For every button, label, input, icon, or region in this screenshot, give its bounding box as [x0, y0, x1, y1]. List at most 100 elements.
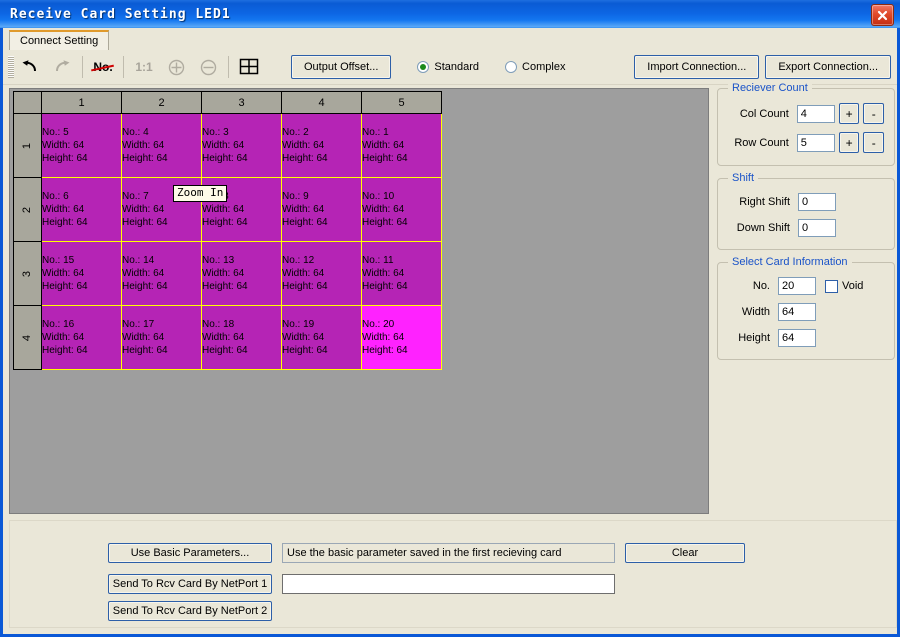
undo-icon[interactable]	[15, 54, 45, 80]
card-no-value: 14	[143, 255, 155, 266]
send-netport2-button[interactable]: Send To Rcv Card By NetPort 2	[108, 601, 272, 621]
card-height-value: 64	[156, 345, 168, 356]
zoom-in-icon	[161, 54, 191, 80]
card-width-text: Width: 64	[202, 331, 281, 344]
card-height-label: Height:	[42, 217, 74, 228]
card-height-label: Height:	[362, 345, 394, 356]
card-height-value: 64	[396, 345, 408, 356]
card-cell[interactable]: No.: 10 Width: 64 Height: 64	[361, 177, 442, 242]
import-connection-button[interactable]: Import Connection...	[634, 55, 760, 79]
card-cell[interactable]: No.: 3 Width: 64 Height: 64	[201, 113, 282, 178]
radio-complex[interactable]: Complex	[505, 61, 565, 73]
use-basic-parameters-label: Use Basic Parameters...	[130, 547, 250, 559]
card-width-label: Width:	[42, 204, 71, 215]
row-count-plus-button[interactable]: +	[838, 132, 860, 153]
card-cell[interactable]: No.: 18 Width: 64 Height: 64	[201, 305, 282, 370]
card-width-label: Width:	[282, 204, 311, 215]
card-cell[interactable]: No.: 1 Width: 64 Height: 64	[361, 113, 442, 178]
toolbar-grip[interactable]	[8, 56, 14, 78]
card-cell[interactable]: No.: 2 Width: 64 Height: 64	[281, 113, 362, 178]
card-cell[interactable]: No.: 19 Width: 64 Height: 64	[281, 305, 362, 370]
clear-button[interactable]: Clear	[625, 543, 745, 563]
row-count-minus-button[interactable]: -	[863, 132, 885, 153]
card-cell[interactable]: No.: 16 Width: 64 Height: 64	[41, 305, 122, 370]
card-no-label: No.:	[282, 255, 301, 266]
row-header[interactable]: 4	[13, 305, 42, 370]
down-shift-input[interactable]	[798, 219, 836, 237]
card-no-label: No.:	[362, 127, 381, 138]
window-title: Receive Card Setting LED1	[10, 6, 231, 22]
card-height-value: 64	[316, 217, 328, 228]
card-cell[interactable]: No.: 4 Width: 64 Height: 64	[121, 113, 202, 178]
card-cell[interactable]: No.: 20 Width: 64 Height: 64	[361, 305, 442, 370]
card-width-label: Width:	[202, 204, 231, 215]
column-header[interactable]: 1	[41, 91, 122, 114]
card-width-value: 64	[233, 332, 245, 343]
card-cell[interactable]: No.: 6 Width: 64 Height: 64	[41, 177, 122, 242]
card-height-text: Height: 64	[202, 280, 281, 293]
card-height-value: 64	[396, 281, 408, 292]
use-basic-parameters-button[interactable]: Use Basic Parameters...	[108, 543, 272, 563]
card-cell[interactable]: No.: 17 Width: 64 Height: 64	[121, 305, 202, 370]
tab-strip: Connect Setting	[3, 28, 897, 51]
card-no-input[interactable]	[778, 277, 816, 295]
close-icon[interactable]	[871, 4, 894, 26]
card-height-label: Height:	[362, 153, 394, 164]
card-height-text: Height: 64	[362, 216, 441, 229]
card-width-text: Width: 64	[362, 267, 441, 280]
card-layout-canvas[interactable]: 1 2 3 4 5 1 No.: 5 Width: 64 Height: 64 No.: 4 Wid…	[9, 88, 709, 514]
card-width-input[interactable]	[778, 303, 816, 321]
row-header[interactable]: 2	[13, 177, 42, 242]
radio-standard[interactable]: Standard	[417, 61, 479, 73]
row-header-label: 1	[21, 142, 34, 149]
col-count-minus-button[interactable]: -	[863, 103, 885, 124]
export-connection-button[interactable]: Export Connection...	[765, 55, 891, 79]
card-height-label: Height:	[122, 281, 154, 292]
card-cell[interactable]: No.: 11 Width: 64 Height: 64	[361, 241, 442, 306]
card-height-value: 64	[76, 281, 88, 292]
bottom-panel: Use Basic Parameters... Use the basic pa…	[9, 520, 897, 628]
card-width-label: Width:	[42, 140, 71, 151]
card-width-text: Width: 64	[282, 331, 361, 344]
send-netport1-button[interactable]: Send To Rcv Card By NetPort 1	[108, 574, 272, 594]
minus-label: -	[871, 106, 876, 121]
row-count-input[interactable]	[796, 133, 835, 152]
row-header[interactable]: 1	[13, 113, 42, 178]
card-cell[interactable]: No.: 15 Width: 64 Height: 64	[41, 241, 122, 306]
card-height-input[interactable]	[778, 329, 816, 347]
card-height-text: Height: 64	[42, 216, 121, 229]
card-no-text: No.: 11	[362, 254, 441, 267]
netport-status-input[interactable]	[282, 574, 615, 594]
card-width-value: 64	[393, 268, 405, 279]
card-cell[interactable]: No.: 14 Width: 64 Height: 64	[121, 241, 202, 306]
send-netport1-label: Send To Rcv Card By NetPort 1	[112, 578, 268, 590]
card-no-label: No.:	[362, 319, 381, 330]
card-cell[interactable]: No.: 9 Width: 64 Height: 64	[281, 177, 362, 242]
card-no-text: No.: 12	[282, 254, 361, 267]
card-no-label: No.:	[42, 319, 61, 330]
card-no-label: No.:	[202, 127, 221, 138]
card-no-label: No.:	[122, 191, 141, 202]
grid-icon[interactable]	[234, 54, 264, 80]
col-count-input[interactable]	[796, 104, 835, 123]
column-header[interactable]: 3	[201, 91, 282, 114]
column-header[interactable]: 5	[361, 91, 442, 114]
card-cell[interactable]: No.: 13 Width: 64 Height: 64	[201, 241, 282, 306]
card-cell[interactable]: No.: 5 Width: 64 Height: 64	[41, 113, 122, 178]
card-cell[interactable]: No.: 12 Width: 64 Height: 64	[281, 241, 362, 306]
card-height-value: 64	[156, 153, 168, 164]
card-width-text: Width: 64	[202, 267, 281, 280]
column-header[interactable]: 2	[121, 91, 202, 114]
column-header[interactable]: 4	[281, 91, 362, 114]
card-width-text: Width: 64	[42, 331, 121, 344]
card-width-row: Width	[728, 303, 884, 321]
right-shift-input[interactable]	[798, 193, 836, 211]
row-header[interactable]: 3	[13, 241, 42, 306]
no-numbering-icon[interactable]: No.	[88, 54, 118, 80]
col-count-plus-button[interactable]: +	[838, 103, 860, 124]
tab-connect-setting[interactable]: Connect Setting	[9, 30, 110, 50]
void-checkbox[interactable]: Void	[825, 279, 864, 293]
void-label: Void	[842, 280, 864, 292]
output-offset-button[interactable]: Output Offset...	[291, 55, 392, 79]
grid-header-row: 12345	[13, 91, 442, 114]
